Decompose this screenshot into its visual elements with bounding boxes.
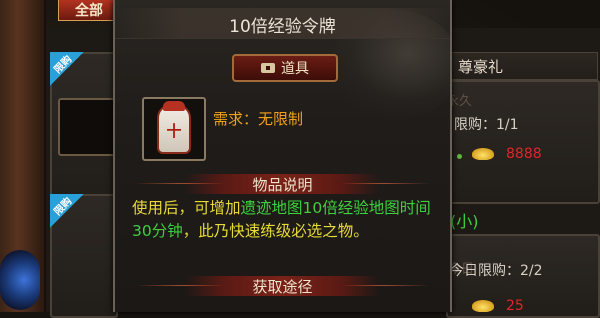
card-title: 尊豪礼 (458, 58, 504, 76)
section-label: 获取途径 (252, 278, 313, 296)
item-requirement: 需求：无限制 (213, 110, 304, 128)
section-label: 物品说明 (252, 176, 313, 194)
category-icon (261, 63, 275, 73)
tab-all[interactable]: 全部 (58, 0, 120, 21)
item-title: 10倍经验令牌 (229, 17, 336, 37)
gold-ingot-icon (472, 148, 494, 160)
category-badge: 道具 (232, 54, 338, 82)
section-header-description: 物品说明 (115, 170, 450, 196)
item-icon-slot: 十 (142, 97, 206, 161)
item-slot[interactable] (58, 98, 116, 156)
daily-limit: 今日限购：2/2 (450, 263, 543, 279)
section-header-source: 获取途径 (115, 272, 450, 298)
price: 8888 (506, 146, 542, 162)
daily-limit: 限购：1/1 (454, 117, 519, 133)
item-description: 使用后，可增加遗迹地图10倍经验地图时间30分钟，此乃快速练级必选之物。 (132, 197, 432, 243)
limit-badge: 限购 (50, 194, 84, 228)
currency-dot (457, 154, 462, 159)
desc-text: 使用后，可增加 (132, 199, 241, 217)
shop-card[interactable]: 限购 (50, 194, 118, 318)
experience-token-icon: 十 (157, 101, 191, 154)
blue-orb-icon (0, 250, 40, 310)
desc-text: ，此乃快速练级必选之物。 (182, 222, 369, 240)
token-glyph: 十 (166, 122, 182, 140)
card-title: (小) (450, 212, 479, 231)
shop-card[interactable]: 限购 (50, 52, 118, 206)
category-label: 道具 (281, 61, 309, 77)
item-tooltip: 10倍经验令牌 道具 十 需求：无限制 物品说明 使用后，可增加遗迹地图10倍经… (113, 0, 452, 312)
limit-badge: 限购 (50, 52, 84, 86)
gold-ingot-icon (472, 300, 494, 312)
left-rail (0, 0, 46, 312)
